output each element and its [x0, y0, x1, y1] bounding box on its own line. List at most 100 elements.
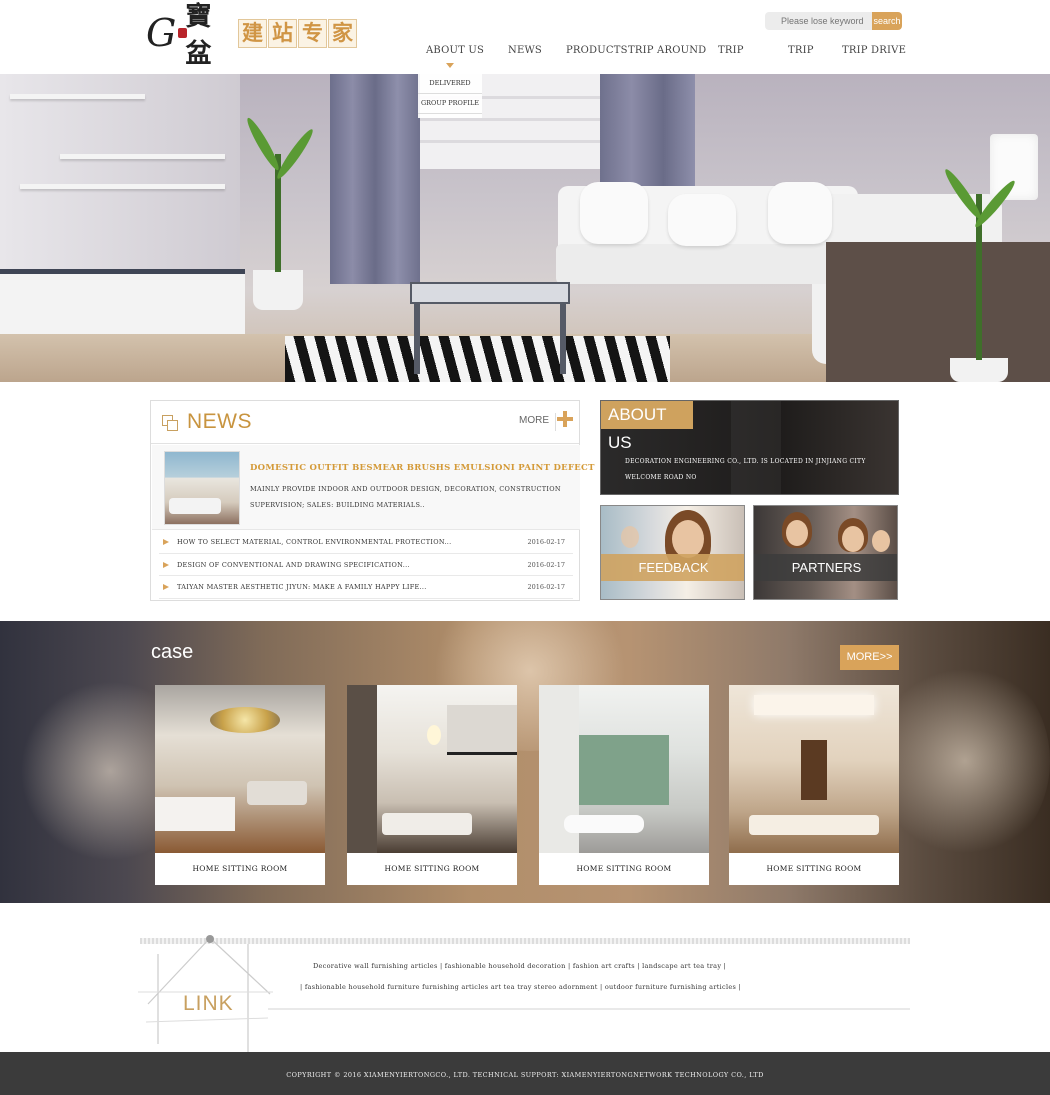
news-list-item[interactable]: HOW TO SELECT MATERIAL, CONTROL ENVIRONM…: [159, 531, 573, 554]
feedback-label: FEEDBACK: [601, 554, 744, 581]
news-feature[interactable]: DOMESTIC OUTFIT BESMEAR BRUSHS EMULSIONI…: [152, 445, 594, 530]
site-footer: COPYRIGHT © 2016 XIAMENYIERTONGCO., LTD.…: [0, 1052, 1050, 1095]
triangle-bullet-icon: [163, 539, 169, 545]
bokeh-light: [880, 661, 1050, 861]
site-logo[interactable]: G 寶盆 建 站 专 家: [146, 2, 358, 69]
partners-tile[interactable]: PARTNERS: [753, 505, 898, 600]
chandelier: [210, 707, 280, 733]
news-item-title[interactable]: HOW TO SELECT MATERIAL, CONTROL ENVIRONM…: [177, 538, 452, 546]
link-title: LINK: [183, 992, 234, 1015]
tile-photo-face: [672, 520, 704, 558]
about-dropdown-menu: DELIVERED GROUP PROFILE: [418, 74, 482, 118]
nav-item-news[interactable]: NEWS: [508, 45, 542, 56]
copyright-text: COPYRIGHT © 2016 XIAMENYIERTONGCO., LTD.…: [286, 1071, 764, 1079]
banner-leaf: [243, 115, 283, 173]
case-card[interactable]: HOME SITTING ROOM: [155, 685, 325, 885]
fireplace: [801, 740, 827, 800]
news-item-title[interactable]: DESIGN OF CONVENTIONAL AND DRAWING SPECI…: [177, 561, 410, 569]
news-list: HOW TO SELECT MATERIAL, CONTROL ENVIRONM…: [159, 531, 573, 599]
banner-cushion: [668, 194, 736, 246]
logo-letter: G: [146, 11, 177, 55]
case-card[interactable]: HOME SITTING ROOM: [347, 685, 517, 885]
news-panel: NEWS MORE DOMESTIC OUTFIT BESMEAR BRUSHS…: [150, 400, 594, 601]
banner-lamp: [990, 134, 1038, 200]
search-box: search: [765, 12, 902, 30]
dropdown-item-delivered[interactable]: DELIVERED: [418, 74, 482, 94]
logo-tag-char: 专: [298, 18, 327, 48]
chandelier: [427, 725, 441, 745]
news-feature-description: MAINLY PROVIDE INDOOR AND OUTDOOR DESIGN…: [250, 485, 561, 509]
case-card-image[interactable]: [539, 685, 709, 853]
news-item-date: 2016-02-17: [527, 583, 565, 591]
tile-photo-face: [842, 526, 864, 552]
ceiling-light: [754, 695, 874, 715]
nav-item-about-us[interactable]: ABOUT US: [426, 45, 484, 56]
friend-links-row[interactable]: | fashionable household furniture furnis…: [300, 983, 741, 991]
search-input[interactable]: [765, 12, 872, 30]
tile-photo-face: [872, 530, 890, 552]
banner-pot: [950, 358, 1008, 382]
friend-links-row[interactable]: Decorative wall furnishing articles | fa…: [313, 962, 726, 970]
banner-rug: [285, 336, 670, 382]
triangle-bullet-icon: [163, 561, 169, 568]
mezzanine: [447, 705, 517, 755]
about-panel[interactable]: ABOUT US DECORATION ENGINEERING CO., LTD…: [600, 400, 899, 495]
logo-tag-char: 建: [238, 18, 267, 48]
news-feature-title[interactable]: DOMESTIC OUTFIT BESMEAR BRUSHS EMULSIONI…: [250, 463, 595, 473]
banner-coffee-table: [410, 282, 570, 304]
logo-tag-group: 建 站 专 家: [238, 18, 358, 48]
hero-banner: [0, 74, 1050, 382]
plus-icon[interactable]: [557, 411, 573, 427]
search-button[interactable]: search: [872, 12, 902, 30]
nav-item-trip-2[interactable]: TRIP: [788, 45, 814, 56]
banner-curtain-left: [330, 74, 420, 284]
news-icon: [162, 415, 178, 431]
case-card-image[interactable]: [729, 685, 899, 853]
news-list-item[interactable]: TAIYAN MASTER AESTHETIC JIYUN: MAKE A FA…: [159, 576, 573, 599]
banner-table-leg: [414, 304, 420, 374]
news-more-link[interactable]: MORE: [519, 415, 549, 426]
banner-pot: [253, 270, 303, 310]
case-card-image[interactable]: [155, 685, 325, 853]
nav-item-trip-drive[interactable]: TRIP DRIVE: [842, 45, 906, 56]
banner-sofa-seat: [556, 244, 856, 284]
tile-photo-face: [786, 520, 808, 546]
case-more-button[interactable]: MORE>>: [840, 645, 899, 670]
case-card[interactable]: HOME SITTING ROOM: [539, 685, 709, 885]
tile-photo-face: [621, 526, 639, 548]
dropdown-item-group-profile[interactable]: GROUP PROFILE: [418, 94, 482, 114]
nav-item-products[interactable]: PRODUCTS: [566, 45, 628, 56]
nav-item-trip[interactable]: TRIP: [718, 45, 744, 56]
window: [579, 735, 669, 805]
about-title: ABOUT US: [601, 401, 693, 452]
case-card-label[interactable]: HOME SITTING ROOM: [347, 853, 517, 885]
case-card-image[interactable]: [347, 685, 517, 853]
banner-cushion: [580, 182, 648, 244]
news-header: NEWS MORE: [151, 401, 579, 444]
case-title: case: [151, 641, 194, 663]
case-card-label[interactable]: HOME SITTING ROOM: [539, 853, 709, 885]
site-header: G 寶盆 建 站 专 家 search ABOUT US NEWS PRODUC…: [0, 0, 1050, 74]
banner-shelf: [60, 154, 225, 159]
wall: [347, 685, 377, 853]
sofa: [749, 815, 879, 835]
news-item-date: 2016-02-17: [527, 538, 565, 546]
sofa: [247, 781, 307, 805]
partners-label: PARTNERS: [754, 554, 897, 581]
banner-shelf: [20, 184, 225, 189]
case-card-label[interactable]: HOME SITTING ROOM: [729, 853, 899, 885]
banner-shelf: [10, 94, 145, 99]
case-card-label[interactable]: HOME SITTING ROOM: [155, 853, 325, 885]
feedback-tile[interactable]: FEEDBACK: [600, 505, 745, 600]
case-card[interactable]: HOME SITTING ROOM: [729, 685, 899, 885]
news-feature-thumbnail[interactable]: [164, 451, 240, 525]
logo-brand-text: 寶盆: [185, 2, 212, 69]
about-text: DECORATION ENGINEERING CO., LTD. IS LOCA…: [625, 458, 866, 481]
nav-item-trip-around[interactable]: TRIP AROUND: [628, 45, 706, 56]
triangle-bullet-icon: [163, 584, 169, 590]
bed: [155, 797, 235, 831]
news-list-item[interactable]: DESIGN OF CONVENTIONAL AND DRAWING SPECI…: [159, 554, 573, 576]
news-title: NEWS: [187, 410, 252, 433]
news-item-title[interactable]: TAIYAN MASTER AESTHETIC JIYUN: MAKE A FA…: [177, 583, 427, 591]
link-bottom-line: [268, 1008, 910, 1010]
